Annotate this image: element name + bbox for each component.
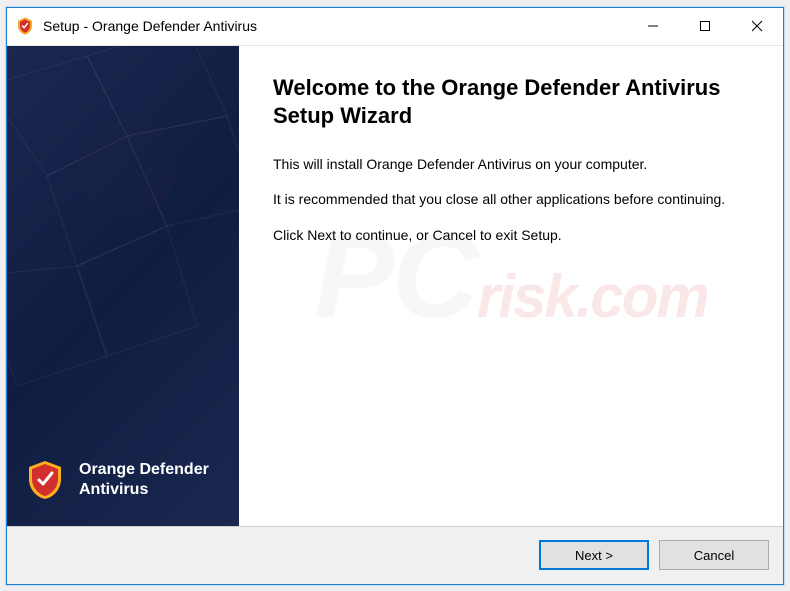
button-bar: Next > Cancel [7,526,783,584]
page-title: Welcome to the Orange Defender Antivirus… [273,74,749,131]
main-panel: PCrisk.com Welcome to the Orange Defende… [239,46,783,526]
window-controls [627,8,783,45]
close-button[interactable] [731,8,783,45]
sidebar: Orange Defender Antivirus [7,46,239,526]
setup-window: Setup - Orange Defender Antivirus [6,7,784,585]
titlebar: Setup - Orange Defender Antivirus [7,8,783,46]
shield-icon [23,458,67,502]
intro-text-3: Click Next to continue, or Cancel to exi… [273,226,749,246]
minimize-button[interactable] [627,8,679,45]
product-name-line2: Antivirus [79,480,209,500]
intro-text-2: It is recommended that you close all oth… [273,190,749,210]
product-name-line1: Orange Defender [79,460,209,480]
maximize-button[interactable] [679,8,731,45]
content-area: Orange Defender Antivirus PCrisk.com Wel… [7,46,783,526]
app-icon [15,16,35,36]
intro-text-1: This will install Orange Defender Antivi… [273,155,749,175]
window-title: Setup - Orange Defender Antivirus [43,18,627,34]
product-name: Orange Defender Antivirus [79,460,209,500]
next-button[interactable]: Next > [539,540,649,570]
sidebar-logo: Orange Defender Antivirus [7,438,239,526]
cancel-button[interactable]: Cancel [659,540,769,570]
